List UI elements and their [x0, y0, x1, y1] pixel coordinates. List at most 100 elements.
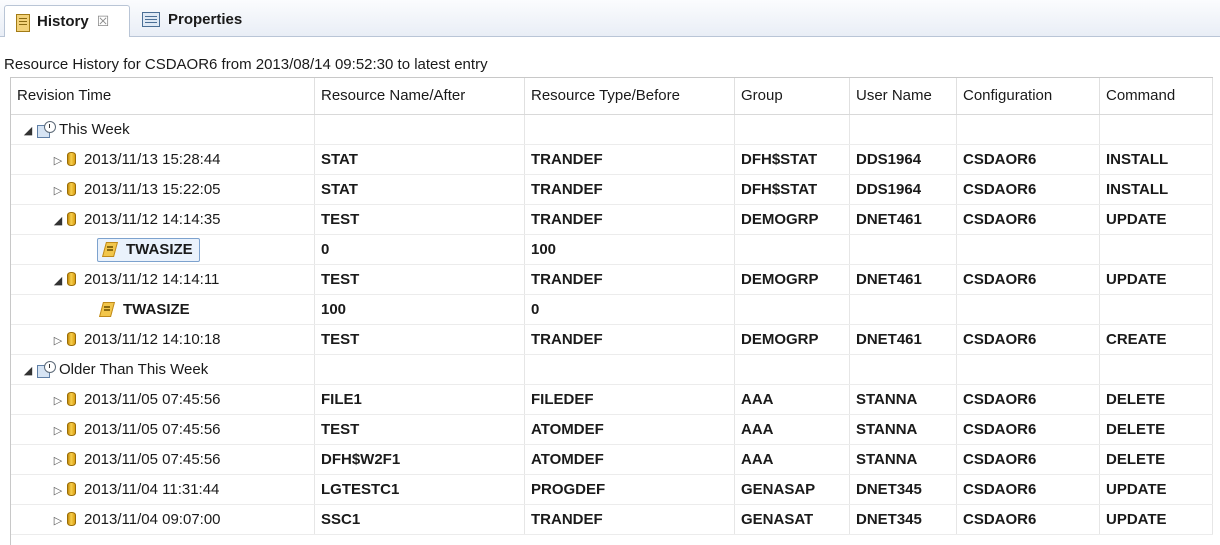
- expanded-twisty-icon[interactable]: ◢: [21, 117, 35, 144]
- time-group-icon: [37, 361, 56, 378]
- collapsed-twisty-icon[interactable]: ▷: [51, 177, 65, 204]
- configuration-cell: CSDAOR6: [957, 415, 1100, 444]
- expanded-twisty-icon[interactable]: ◢: [21, 357, 35, 384]
- revision-time-cell: ◢ 2013/11/12 14:14:11: [11, 265, 315, 294]
- attribute-label[interactable]: TWASIZE: [97, 301, 190, 318]
- configuration-cell: CSDAOR6: [957, 145, 1100, 174]
- resource-type-cell: TRANDEF: [525, 205, 735, 234]
- history-tree-table[interactable]: Revision Time Resource Name/After Resour…: [10, 77, 1213, 545]
- table-row[interactable]: ▷ 2013/11/05 07:45:56 FILE1 FILEDEF AAA STANN…: [11, 385, 1213, 415]
- time-group-icon: [37, 121, 56, 138]
- collapsed-twisty-icon[interactable]: ▷: [51, 387, 65, 414]
- close-icon[interactable]: ☒: [97, 13, 110, 30]
- table-row[interactable]: ▷ 2013/11/13 15:22:05 STAT TRANDEF DFH$STAT D…: [11, 175, 1213, 205]
- revision-time-cell: TWASIZE: [11, 295, 315, 324]
- revision-time-cell: ▷ 2013/11/04 09:07:00: [11, 505, 315, 534]
- attribute-change-icon: [102, 241, 118, 257]
- collapsed-twisty-icon[interactable]: ▷: [51, 447, 65, 474]
- user-name-cell: DNET461: [850, 205, 957, 234]
- group-cell: AAA: [735, 415, 850, 444]
- group-cell: [735, 115, 850, 144]
- row-label: 2013/11/12 14:14:35: [84, 211, 221, 228]
- user-name-cell: DNET461: [850, 325, 957, 354]
- group-cell: GENASAT: [735, 505, 850, 534]
- history-subtitle: Resource History for CSDAOR6 from 2013/0…: [4, 56, 488, 73]
- attribute-row[interactable]: TWASIZE 100 0: [11, 295, 1213, 325]
- resource-type-cell: TRANDEF: [525, 265, 735, 294]
- resource-type-cell: FILEDEF: [525, 385, 735, 414]
- configuration-cell: CSDAOR6: [957, 475, 1100, 504]
- user-name-cell: STANNA: [850, 415, 957, 444]
- configuration-cell: CSDAOR6: [957, 325, 1100, 354]
- group-row[interactable]: ◢ This Week: [11, 115, 1213, 145]
- column-header-command[interactable]: Command: [1100, 78, 1213, 114]
- resource-name-cell: STAT: [315, 175, 525, 204]
- table-row[interactable]: ▷ 2013/11/13 15:28:44 STAT TRANDEF DFH$STAT D…: [11, 145, 1213, 175]
- resource-cylinder-icon: [67, 512, 76, 526]
- attribute-label[interactable]: TWASIZE: [97, 238, 200, 262]
- table-row[interactable]: ▷ 2013/11/12 14:10:18 TEST TRANDEF DEMOGRP DN…: [11, 325, 1213, 355]
- resource-name-cell: DFH$W2F1: [315, 445, 525, 474]
- command-cell: [1100, 235, 1213, 264]
- command-cell: INSTALL: [1100, 175, 1213, 204]
- command-cell: DELETE: [1100, 415, 1213, 444]
- command-cell: [1100, 355, 1213, 384]
- attribute-row[interactable]: TWASIZE 0 100: [11, 235, 1213, 265]
- collapsed-twisty-icon[interactable]: ▷: [51, 147, 65, 174]
- row-label: 2013/11/12 14:14:11: [84, 271, 220, 288]
- command-cell: UPDATE: [1100, 505, 1213, 534]
- row-label: Older Than This Week: [59, 361, 209, 378]
- column-header-revision-time[interactable]: Revision Time: [11, 78, 315, 114]
- resource-cylinder-icon: [67, 152, 76, 166]
- tab-history-label: History: [37, 13, 89, 30]
- command-cell: UPDATE: [1100, 205, 1213, 234]
- resource-name-cell: [315, 115, 525, 144]
- group-cell: DEMOGRP: [735, 205, 850, 234]
- table-row[interactable]: ◢ 2013/11/12 14:14:11 TEST TRANDEF DEMOGRP DN…: [11, 265, 1213, 295]
- command-cell: [1100, 295, 1213, 324]
- table-row[interactable]: ▷ 2013/11/04 11:31:44 LGTESTC1 PROGDEF GENAS…: [11, 475, 1213, 505]
- expanded-twisty-icon[interactable]: ◢: [51, 267, 65, 294]
- configuration-cell: CSDAOR6: [957, 505, 1100, 534]
- table-row[interactable]: ▷ 2013/11/04 09:07:00 SSC1 TRANDEF GENASAT DN…: [11, 505, 1213, 535]
- column-header-configuration[interactable]: Configuration: [957, 78, 1100, 114]
- table-row[interactable]: ▷ 2013/11/05 07:45:56 TEST ATOMDEF AAA STANNA…: [11, 415, 1213, 445]
- table-row[interactable]: ◢ 2013/11/12 14:14:35 TEST TRANDEF DEMOGRP DN…: [11, 205, 1213, 235]
- user-name-cell: DDS1964: [850, 175, 957, 204]
- revision-time-cell: ▷ 2013/11/13 15:28:44: [11, 145, 315, 174]
- resource-type-cell: TRANDEF: [525, 325, 735, 354]
- tab-properties[interactable]: Properties: [138, 5, 242, 33]
- command-cell: CREATE: [1100, 325, 1213, 354]
- resource-type-cell: ATOMDEF: [525, 415, 735, 444]
- column-header-resource-type[interactable]: Resource Type/Before: [525, 78, 735, 114]
- resource-name-cell: STAT: [315, 145, 525, 174]
- configuration-cell: [957, 235, 1100, 264]
- group-cell: DFH$STAT: [735, 175, 850, 204]
- user-name-cell: [850, 235, 957, 264]
- resource-cylinder-icon: [67, 422, 76, 436]
- tab-history[interactable]: History ☒: [4, 5, 130, 37]
- column-header-user-name[interactable]: User Name: [850, 78, 957, 114]
- column-header-resource-name[interactable]: Resource Name/After: [315, 78, 525, 114]
- resource-cylinder-icon: [67, 452, 76, 466]
- command-cell: INSTALL: [1100, 145, 1213, 174]
- collapsed-twisty-icon[interactable]: ▷: [51, 327, 65, 354]
- resource-cylinder-icon: [67, 182, 76, 196]
- table-row[interactable]: ▷ 2013/11/05 07:45:56 DFH$W2F1 ATOMDEF AAA ST…: [11, 445, 1213, 475]
- row-label: 2013/11/13 15:28:44: [84, 151, 221, 168]
- group-row[interactable]: ◢ Older Than This Week: [11, 355, 1213, 385]
- resource-name-cell: TEST: [315, 415, 525, 444]
- user-name-cell: [850, 115, 957, 144]
- collapsed-twisty-icon[interactable]: ▷: [51, 507, 65, 534]
- user-name-cell: DNET345: [850, 475, 957, 504]
- expanded-twisty-icon[interactable]: ◢: [51, 207, 65, 234]
- resource-cylinder-icon: [67, 392, 76, 406]
- collapsed-twisty-icon[interactable]: ▷: [51, 417, 65, 444]
- revision-time-cell: ◢ Older Than This Week: [11, 355, 315, 384]
- group-cell: DEMOGRP: [735, 265, 850, 294]
- revision-time-cell: ▷ 2013/11/13 15:22:05: [11, 175, 315, 204]
- row-label: This Week: [59, 121, 130, 138]
- collapsed-twisty-icon[interactable]: ▷: [51, 477, 65, 504]
- command-cell: [1100, 115, 1213, 144]
- column-header-group[interactable]: Group: [735, 78, 850, 114]
